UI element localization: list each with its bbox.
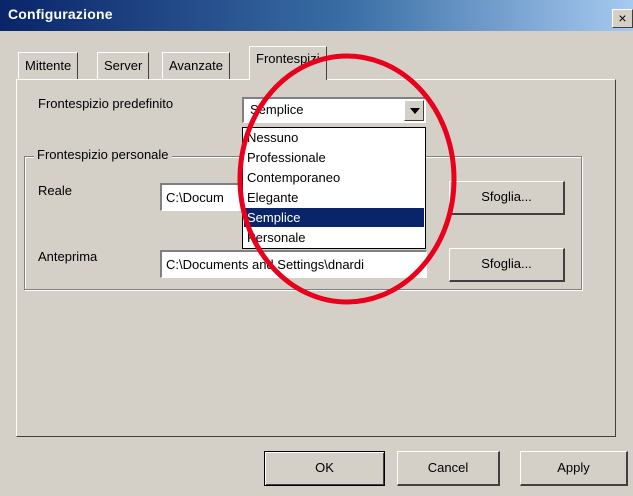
dropdown-option-semplice[interactable]: Semplice (244, 208, 424, 227)
dropdown-option-personale[interactable]: Personale (244, 228, 424, 247)
tab-label: Mittente (25, 58, 72, 73)
chevron-down-icon[interactable] (404, 100, 424, 121)
dropdown-option-contemporaneo[interactable]: Contemporaneo (244, 168, 424, 187)
default-cover-combobox[interactable]: Semplice (242, 97, 426, 123)
tab-label: Frontespizi (256, 51, 320, 66)
anteprima-browse-button[interactable]: Sfoglia... (449, 248, 565, 282)
ok-button[interactable]: OK (264, 451, 385, 486)
apply-button[interactable]: Apply (520, 451, 628, 486)
tab-label: Avanzate (169, 58, 223, 73)
default-cover-dropdown-list: Nessuno Professionale Contemporaneo Eleg… (242, 127, 426, 249)
tab-frontespizi[interactable]: Frontespizi (249, 46, 327, 80)
title-bar[interactable]: Configurazione (0, 0, 633, 31)
tab-mittente[interactable]: Mittente (18, 52, 79, 80)
window-title: Configurazione (8, 6, 113, 22)
tab-avanzate[interactable]: Avanzate (162, 52, 230, 80)
cancel-button[interactable]: Cancel (397, 451, 500, 486)
dialog-window: Configurazione × Mittente Server Avanzat… (0, 0, 633, 496)
dropdown-option-nessuno[interactable]: Nessuno (244, 128, 424, 147)
dropdown-option-professionale[interactable]: Professionale (244, 148, 424, 167)
tab-label: Server (104, 58, 143, 73)
reale-label: Reale (38, 183, 72, 198)
custom-cover-group-label: Frontespizio personale (34, 147, 172, 162)
combobox-selected-value: Semplice (250, 102, 304, 117)
anteprima-label: Anteprima (38, 249, 98, 264)
close-icon: × (618, 10, 627, 26)
default-cover-label: Frontespizio predefinito (38, 96, 174, 111)
anteprima-path-field[interactable]: C:\Documents and Settings\dnardi (160, 250, 427, 278)
tab-server[interactable]: Server (97, 52, 150, 80)
close-button[interactable]: × (612, 9, 633, 28)
reale-browse-button[interactable]: Sfoglia... (449, 181, 565, 215)
dropdown-option-elegante[interactable]: Elegante (244, 188, 424, 207)
reale-path-field[interactable]: C:\Docum (160, 183, 242, 211)
